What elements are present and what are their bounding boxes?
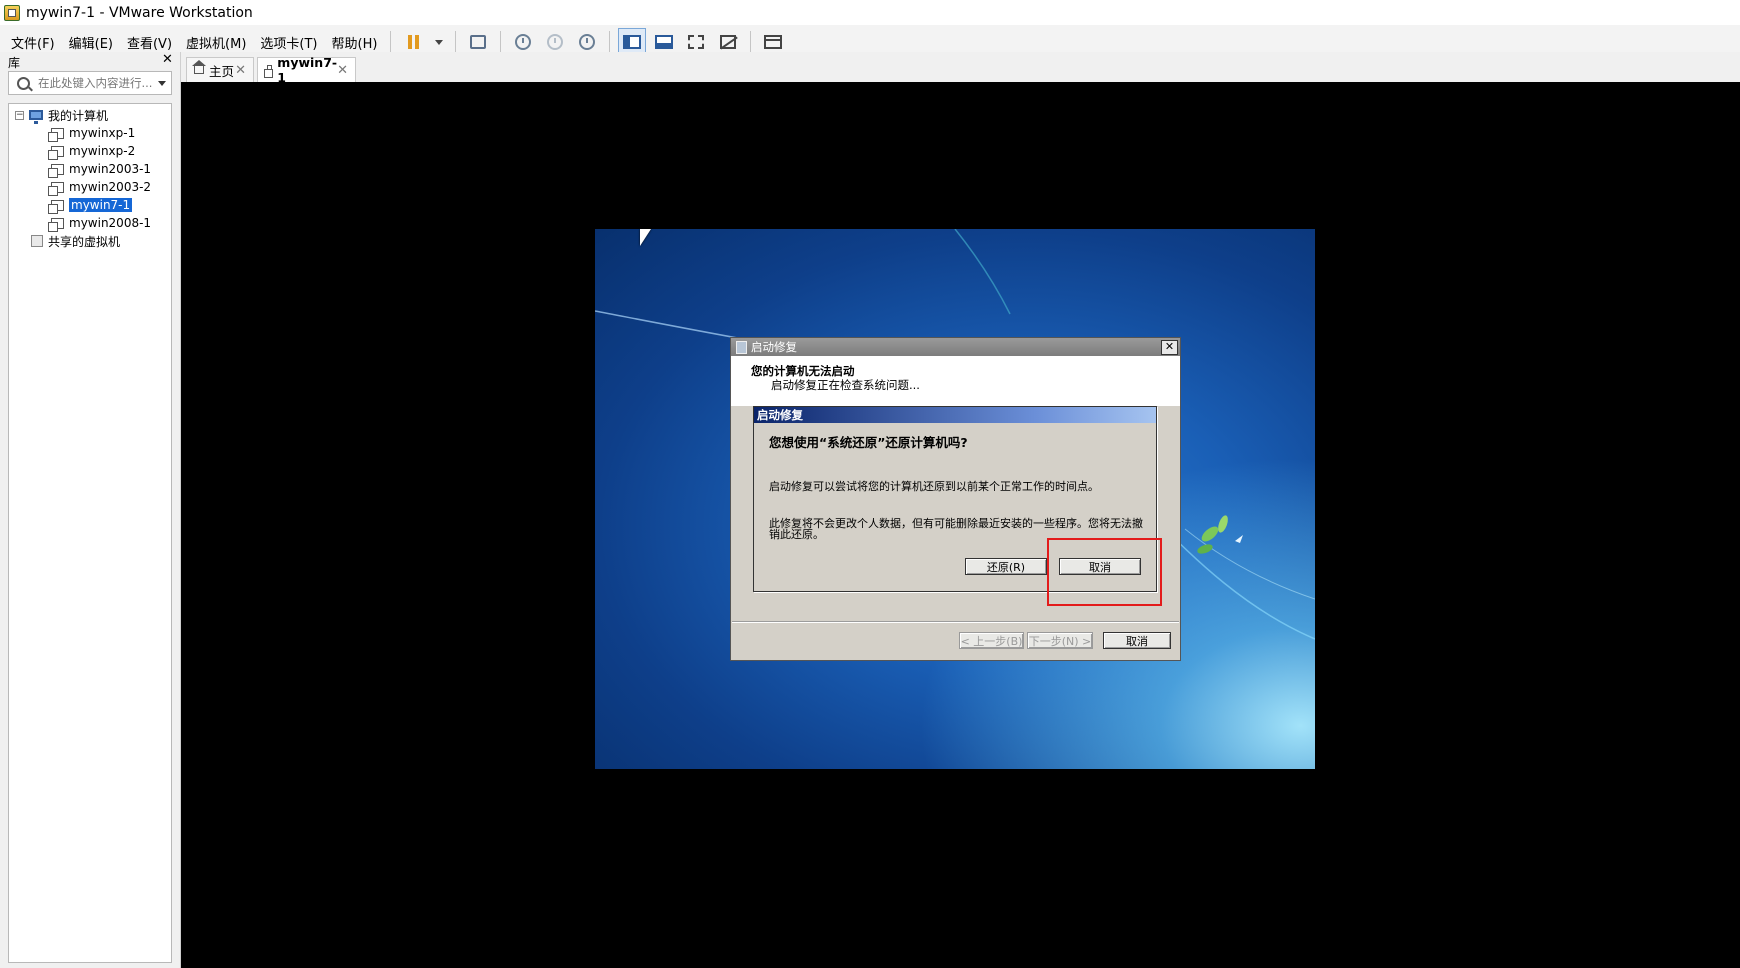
library-search[interactable] [8, 71, 172, 95]
tree-item-my-computer[interactable]: − 我的计算机 [15, 106, 108, 124]
window-title-bar: mywin7-1 - VMware Workstation [0, 0, 1740, 25]
prompt-paragraph-1: 启动修复可以尝试将您的计算机还原到以前某个正常工作的时间点。 [769, 480, 1099, 493]
tab-home[interactable]: 主页 ✕ [186, 57, 254, 82]
back-button[interactable]: < 上一步(B) [959, 632, 1024, 649]
tab-bar [181, 52, 1740, 83]
chevron-down-icon [435, 39, 444, 45]
toolbar-separator [455, 31, 457, 53]
snapshot-revert-icon [547, 34, 564, 50]
outer-cancel-button[interactable]: 取消 [1103, 632, 1171, 649]
highlight-annotation-box [1047, 538, 1162, 606]
library-header: 库 [8, 56, 21, 70]
tree-item-vm-selected[interactable]: mywin7-1 [48, 196, 134, 214]
toolbar-separator [750, 31, 752, 53]
tree-item-label: mywin2008-1 [69, 216, 152, 230]
dialog-close-button[interactable]: ✕ [1161, 339, 1178, 355]
vm-icon [48, 145, 64, 160]
toolbar-separator [609, 31, 611, 53]
tree-item-label: 我的计算机 [48, 108, 109, 123]
shared-vms-icon [31, 235, 43, 247]
tree-item-vm[interactable]: mywin2008-1 [48, 214, 152, 232]
computer-icon [29, 110, 43, 124]
tree-item-label: mywinxp-2 [69, 144, 136, 158]
snapshot-manager-icon [579, 34, 596, 50]
prompt-paragraph-2: 此修复将不会更改个人数据，但有可能删除最近安装的一些程序。您将无法撤销此还原。 [769, 517, 1143, 541]
vm-icon [48, 127, 64, 142]
mouse-cursor-icon [640, 229, 651, 246]
dialog-header-area: 您的计算机无法启动 启动修复正在检查系统问题... [731, 356, 1180, 406]
menu-file[interactable]: 文件(F) [0, 33, 62, 52]
vm-icon [48, 199, 64, 214]
tab-close-icon[interactable]: ✕ [337, 63, 348, 78]
home-icon [192, 60, 206, 74]
unity-icon [720, 35, 737, 49]
next-button[interactable]: 下一步(N) > [1027, 632, 1093, 649]
toolbar-separator [500, 31, 502, 53]
menu-tabs[interactable]: 选项卡(T) [253, 33, 324, 52]
tree-item-label: 共享的虚拟机 [48, 234, 121, 249]
vm-icon [263, 65, 274, 78]
startup-repair-icon [736, 340, 747, 354]
library-tree: − 我的计算机 mywinxp-1 mywinxp-2 mywin2003-1 … [8, 103, 172, 963]
dialog-title-bar: 启动修复 ✕ [731, 338, 1180, 356]
collapse-icon[interactable]: − [15, 110, 24, 120]
vm-icon [48, 217, 64, 232]
pause-icon [407, 35, 419, 49]
dialog-subtext: 启动修复正在检查系统问题... [771, 378, 920, 392]
network-send-icon [470, 35, 487, 49]
library-panel-icon [623, 35, 642, 49]
tree-item-label: mywin2003-1 [69, 162, 152, 176]
tree-item-vm[interactable]: mywinxp-1 [48, 124, 136, 142]
thumbnail-bar-icon [655, 35, 674, 49]
prompt-question: 您想使用“系统还原”还原计算机吗? [769, 435, 968, 450]
restore-button[interactable]: 还原(R) [965, 558, 1047, 575]
tree-item-vm[interactable]: mywin2003-1 [48, 160, 152, 178]
vmware-app-icon [4, 4, 20, 21]
tab-label: mywin7-1 [277, 55, 338, 85]
tab-close-icon[interactable]: ✕ [235, 63, 246, 78]
tree-item-label: mywin2003-2 [69, 180, 152, 194]
snapshot-take-icon [515, 34, 532, 50]
window-title: mywin7-1 - VMware Workstation [26, 4, 253, 21]
toolbar-separator [390, 31, 392, 53]
tab-label: 主页 [209, 63, 235, 79]
library-search-input[interactable] [38, 76, 156, 90]
dialog-title: 启动修复 [751, 340, 797, 354]
tree-item-shared-vms[interactable]: 共享的虚拟机 [31, 232, 120, 250]
menu-edit[interactable]: 编辑(E) [62, 33, 120, 52]
divider [732, 621, 1179, 623]
tree-item-vm[interactable]: mywin2003-2 [48, 178, 152, 196]
prompt-title: 启动修复 [754, 407, 1156, 423]
full-screen-icon [688, 35, 705, 49]
console-view-icon [764, 35, 783, 49]
menu-view[interactable]: 查看(V) [120, 33, 179, 52]
vm-icon [48, 163, 64, 178]
menu-vm[interactable]: 虚拟机(M) [179, 33, 253, 52]
search-icon [17, 76, 30, 90]
tree-item-label: mywin7-1 [67, 197, 134, 213]
tree-item-vm[interactable]: mywinxp-2 [48, 142, 136, 160]
tree-item-label: mywinxp-1 [69, 126, 136, 140]
tab-mywin7-1[interactable]: mywin7-1 ✕ [257, 55, 356, 85]
menu-help[interactable]: 帮助(H) [325, 33, 385, 52]
chevron-down-icon[interactable] [158, 80, 166, 86]
vm-icon [48, 181, 64, 196]
library-close-icon[interactable]: ✕ [162, 52, 173, 67]
